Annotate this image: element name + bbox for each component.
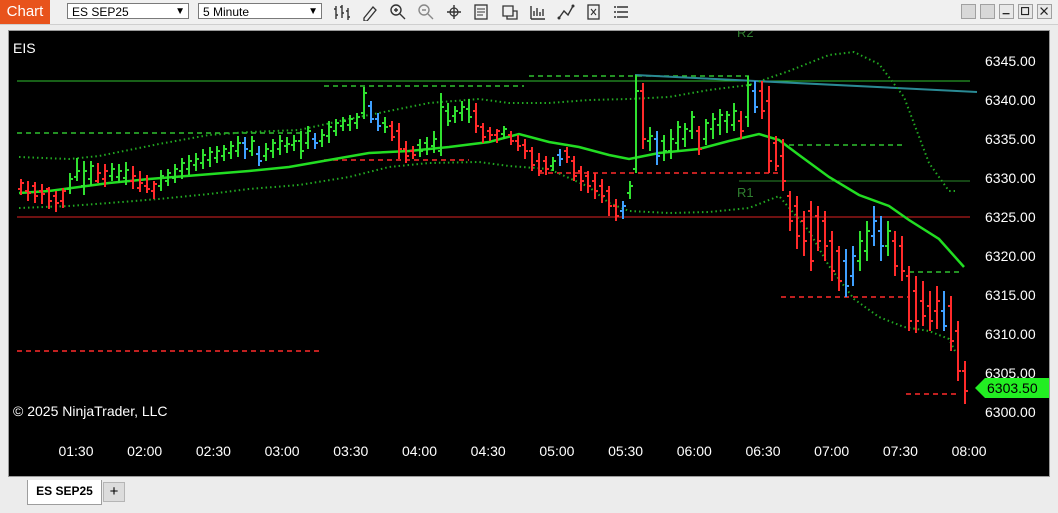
time-tick-label: 01:30 [58, 443, 93, 459]
snap-icon[interactable] [961, 4, 976, 19]
pivot-label-r1: R1 [737, 185, 754, 200]
chevron-down-icon: ▼ [308, 6, 318, 17]
chart-canvas[interactable]: EIS R2 R1 6345.00 6340.00 6335.00 6330.00 63… [9, 31, 1049, 476]
add-tab-button[interactable]: + [103, 482, 125, 502]
close-button[interactable] [1037, 4, 1052, 19]
time-tick-label: 04:30 [471, 443, 506, 459]
properties-icon[interactable] [584, 3, 604, 21]
interval-selector[interactable]: 5 Minute ▼ [198, 3, 322, 19]
strategies-icon[interactable] [500, 3, 520, 21]
crosshair-icon[interactable] [444, 3, 464, 21]
interval-selector-value: 5 Minute [203, 5, 250, 19]
tab-bar [0, 477, 1058, 513]
drawing-tools-icon[interactable] [556, 3, 576, 21]
time-tick-label: 04:00 [402, 443, 437, 459]
price-tick-label: 6330.00 [985, 170, 1036, 186]
time-tick-label: 03:00 [265, 443, 300, 459]
time-tick-label: 07:00 [814, 443, 849, 459]
zoom-in-icon[interactable] [388, 3, 408, 21]
time-tick-label: 05:00 [539, 443, 574, 459]
instrument-label: EIS [13, 40, 36, 56]
time-tick-label: 02:00 [127, 443, 162, 459]
time-tick-label: 07:30 [883, 443, 918, 459]
chevron-down-icon: ▼ [175, 6, 185, 17]
price-tick-label: 6315.00 [985, 287, 1036, 303]
pivot-label-r2: R2 [737, 31, 754, 40]
instrument-selector[interactable]: ES SEP25 ▼ [67, 3, 189, 19]
lock-icon[interactable] [980, 4, 995, 19]
price-tick-label: 6310.00 [985, 326, 1036, 342]
maximize-button[interactable] [1018, 4, 1033, 19]
chart-menu-button[interactable]: Chart [0, 0, 50, 24]
instrument-selector-value: ES SEP25 [72, 5, 129, 19]
price-tick-label: 6325.00 [985, 209, 1036, 225]
more-icon[interactable] [612, 3, 632, 21]
price-tick-label: 6320.00 [985, 248, 1036, 264]
time-tick-label: 06:00 [677, 443, 712, 459]
time-tick-label: 05:30 [608, 443, 643, 459]
last-price-label: 6303.50 [987, 380, 1038, 396]
minimize-button[interactable] [999, 4, 1014, 19]
price-tick-label: 6345.00 [985, 53, 1036, 69]
time-tick-label: 02:30 [196, 443, 231, 459]
bar-type-icon[interactable] [332, 3, 352, 21]
copyright-text: © 2025 NinjaTrader, LLC [13, 403, 168, 419]
indicators-icon[interactable] [528, 3, 548, 21]
zoom-out-icon[interactable] [416, 3, 436, 21]
tab-es-sep25[interactable]: ES SEP25 [27, 480, 102, 505]
price-tick-label: 6300.00 [985, 404, 1036, 420]
time-tick-label: 06:30 [745, 443, 780, 459]
time-tick-label: 03:30 [333, 443, 368, 459]
last-price-marker: 6303.50 [975, 378, 1049, 398]
price-tick-label: 6335.00 [985, 131, 1036, 147]
toolbar: Chart ES SEP25 ▼ 5 Minute ▼ [0, 0, 1058, 25]
price-tick-label: 6340.00 [985, 92, 1036, 108]
draw-icon[interactable] [360, 3, 380, 22]
data-box-icon[interactable] [472, 3, 492, 21]
time-tick-label: 08:00 [952, 443, 987, 459]
